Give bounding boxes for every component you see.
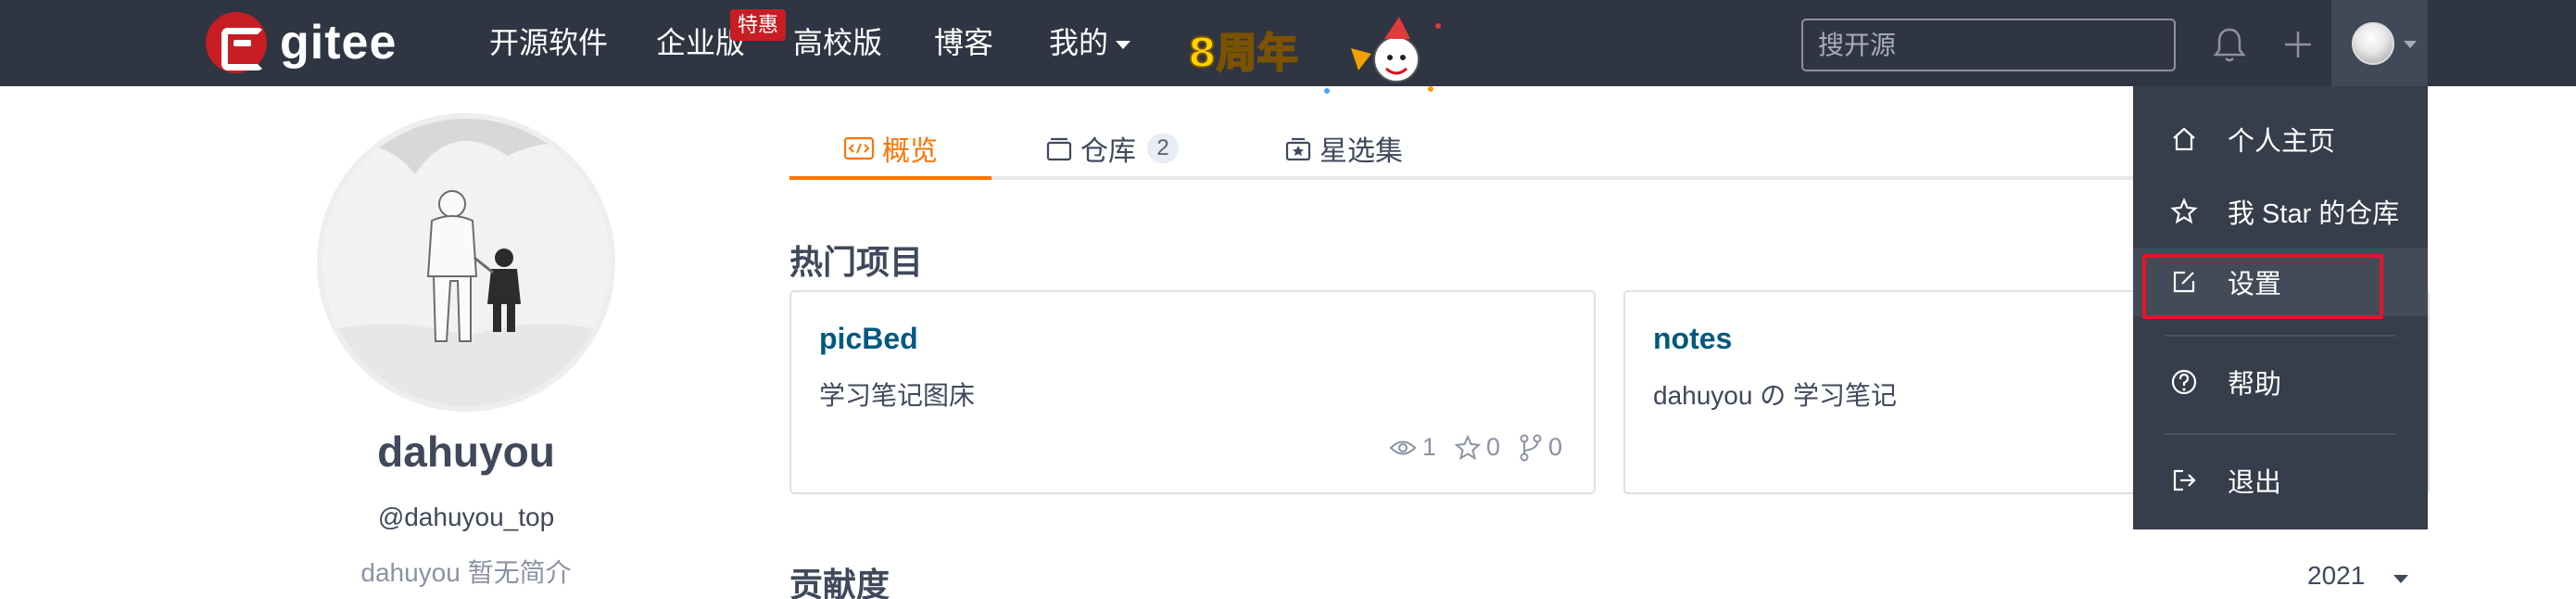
- chevron-down-icon[interactable]: [2393, 575, 2408, 583]
- collection-icon: [1285, 137, 1311, 161]
- menu-item-profile[interactable]: 个人主页: [2133, 105, 2428, 173]
- tab-overview-label: 概览: [882, 136, 938, 167]
- eye-icon: [1389, 440, 1417, 454]
- menu-item-label: 我 Star 的仓库: [2228, 199, 2400, 229]
- star-icon: [1454, 434, 1481, 460]
- menu-item-label: 退出: [2228, 468, 2282, 498]
- gitee-logo[interactable]: gitee: [206, 12, 398, 73]
- hot-projects-title: 热门项目: [789, 243, 924, 281]
- tab-overview[interactable]: 概览: [843, 117, 938, 180]
- star-count[interactable]: 0: [1454, 433, 1500, 462]
- menu-item-starred-repos[interactable]: 我 Star 的仓库: [2133, 177, 2428, 246]
- repository-icon: [1046, 137, 1072, 161]
- nav-education[interactable]: 高校版: [793, 24, 882, 61]
- project-description: dahuyou の 学习笔记: [1653, 381, 1897, 410]
- home-icon: [2173, 127, 2195, 151]
- anniversary-text: 8周年: [1188, 30, 1298, 77]
- enterprise-discount-badge: 特惠: [730, 9, 787, 41]
- chevron-down-icon: [2404, 41, 2417, 48]
- profile-handle: @dahuyou_top: [377, 503, 555, 531]
- menu-divider: [2165, 433, 2396, 435]
- project-stats: 1 0 0: [1370, 433, 1562, 462]
- gitee-logo-icon: [206, 12, 267, 73]
- fork-icon: [1520, 434, 1542, 461]
- user-avatar-button[interactable]: [2331, 0, 2428, 86]
- avatar: [2352, 22, 2394, 65]
- user-dropdown-menu: 个人主页 我 Star 的仓库 设置 帮助 退出: [2133, 86, 2428, 529]
- menu-item-logout[interactable]: 退出: [2133, 446, 2428, 515]
- watch-count[interactable]: 1: [1389, 433, 1436, 462]
- watch-count-value: 1: [1421, 433, 1436, 461]
- bell-icon[interactable]: [2205, 20, 2254, 69]
- profile-bio: dahuyou 暂无简介: [360, 558, 572, 587]
- project-card[interactable]: picBed 学习笔记图床 1 0 0: [789, 290, 1596, 494]
- menu-item-label: 帮助: [2228, 370, 2282, 400]
- plus-icon[interactable]: [2274, 20, 2322, 69]
- menu-item-label: 设置: [2228, 270, 2282, 300]
- repository-count-badge: 2: [1147, 134, 1179, 163]
- nav-mine[interactable]: 我的: [1049, 24, 1131, 61]
- logout-icon: [2173, 469, 2196, 491]
- project-name-link[interactable]: picBed: [819, 322, 918, 356]
- star-icon: [2170, 198, 2198, 224]
- logo-text: gitee: [280, 16, 398, 70]
- project-name-link[interactable]: notes: [1653, 322, 1732, 356]
- contribution-title: 贡献度: [789, 566, 890, 599]
- star-count-value: 0: [1485, 433, 1500, 461]
- fork-count[interactable]: 0: [1519, 433, 1562, 462]
- menu-item-label: 个人主页: [2228, 127, 2336, 157]
- tab-repositories[interactable]: 仓库 2: [1045, 117, 1179, 180]
- year-select[interactable]: 2021: [2307, 561, 2365, 591]
- edit-icon: [2173, 271, 2195, 293]
- menu-item-settings[interactable]: 设置: [2133, 248, 2428, 316]
- profile-avatar-illustration: [322, 119, 610, 406]
- anniversary-banner[interactable]: 8周年: [1188, 11, 1466, 100]
- tab-repositories-label: 仓库: [1080, 136, 1136, 167]
- nav-open-source[interactable]: 开源软件: [489, 24, 608, 61]
- search-input[interactable]: [1801, 19, 2176, 71]
- nav-mine-label: 我的: [1049, 26, 1109, 59]
- menu-divider: [2165, 335, 2396, 337]
- chevron-down-icon: [1116, 41, 1131, 50]
- profile-avatar: [317, 113, 615, 412]
- code-window-icon: [843, 136, 875, 160]
- top-navbar: gitee 开源软件 企业版 特惠 高校版 博客 我的 8周年: [0, 0, 2576, 94]
- active-tab-indicator: [789, 176, 991, 180]
- menu-item-help[interactable]: 帮助: [2133, 348, 2428, 416]
- profile-name: dahuyou: [377, 427, 555, 476]
- profile-tabs: 概览 仓库 2 星选集: [789, 117, 2133, 180]
- help-icon: [2171, 369, 2197, 395]
- project-description: 学习笔记图床: [819, 381, 976, 410]
- tab-star-collections-label: 星选集: [1320, 136, 1403, 167]
- fork-count-value: 0: [1547, 433, 1562, 461]
- tab-star-collections[interactable]: 星选集: [1284, 117, 1403, 180]
- nav-blog[interactable]: 博客: [934, 24, 993, 61]
